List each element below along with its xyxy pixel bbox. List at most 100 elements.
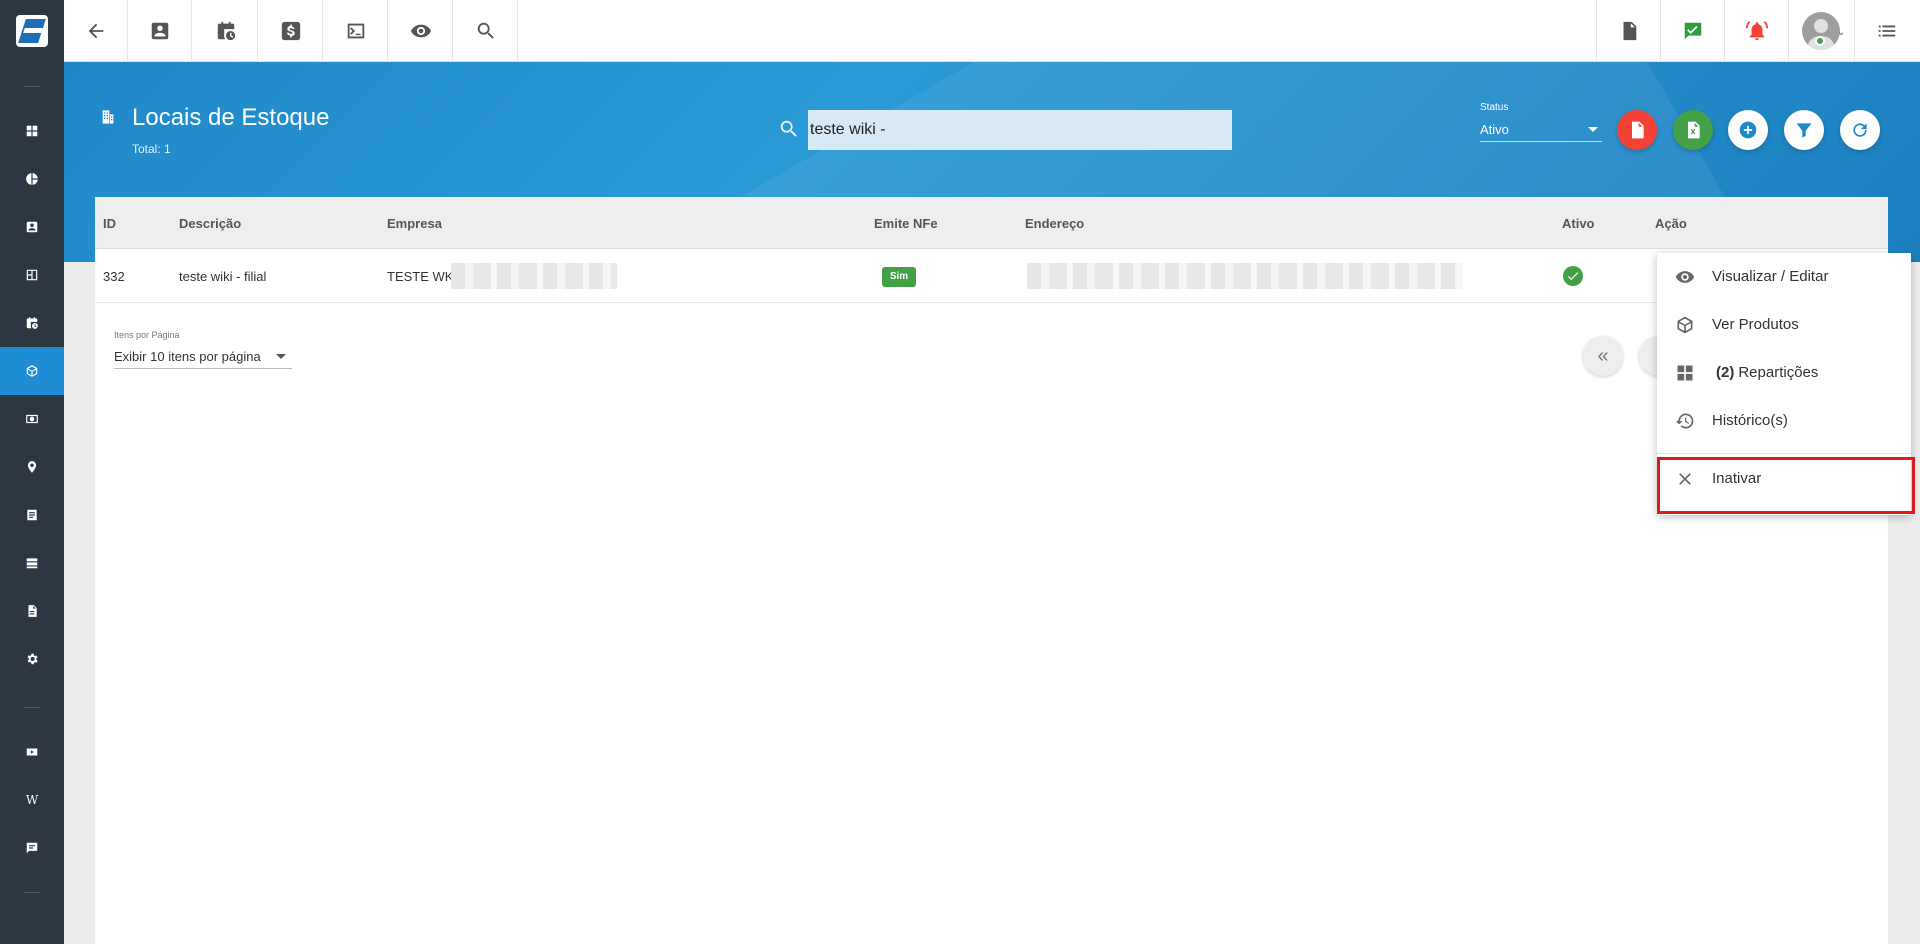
arrow-left-icon (88, 23, 103, 39)
status-label: Status (1480, 102, 1509, 113)
grid-icon (1675, 363, 1695, 383)
chat-icon (26, 842, 38, 854)
search-icon (778, 118, 800, 140)
total-count: Total: 1 (132, 142, 171, 156)
app-logo[interactable] (0, 0, 64, 62)
sidebar-item-sales[interactable] (0, 251, 64, 299)
menu-item-ver-produtos[interactable]: Ver Produtos (1657, 301, 1911, 349)
column-header-emite-nfe[interactable]: Emite NFe (874, 216, 938, 231)
export-excel-button[interactable] (1673, 110, 1713, 150)
reparticoes-label: Repartições (1738, 364, 1819, 381)
messages-button[interactable] (1660, 0, 1724, 62)
bell-alert-icon (1745, 21, 1768, 41)
sidebar-item-schedule[interactable] (0, 299, 64, 347)
excel-icon (1688, 121, 1700, 139)
cell-id: 332 (103, 269, 125, 284)
file-icon (28, 605, 37, 617)
menu-divider (1657, 453, 1911, 454)
column-header-id[interactable]: ID (103, 216, 116, 231)
items-per-page-value: Exibir 10 itens por página (114, 349, 261, 364)
page-title: Locais de Estoque (132, 104, 330, 131)
sidebar-item-locations[interactable] (0, 443, 64, 491)
column-header-acao: Ação (1655, 216, 1687, 231)
menu-item-label: Ver Produtos (1712, 316, 1799, 333)
dashboard-icon (26, 125, 38, 137)
sidebar-item-servers[interactable] (0, 539, 64, 587)
items-per-page-select[interactable]: Exibir 10 itens por página (114, 345, 292, 369)
search-input[interactable] (808, 110, 1232, 150)
terminal-icon (347, 23, 364, 39)
menu-item-historico[interactable]: Histórico(s) (1657, 397, 1911, 445)
sidebar-item-chat[interactable] (0, 824, 64, 872)
search-icon (477, 22, 494, 39)
sidebar-item-dashboard[interactable] (0, 107, 64, 155)
storefront-icon (26, 269, 38, 281)
filter-button[interactable] (1784, 110, 1824, 150)
active-check-icon (1563, 266, 1583, 286)
status-value: Ativo (1480, 122, 1509, 137)
emite-nfe-badge: Sim (882, 267, 916, 287)
search-button[interactable] (454, 0, 518, 62)
money-icon (26, 414, 38, 424)
sidebar-divider (24, 86, 40, 87)
column-header-descricao[interactable]: Descrição (179, 216, 241, 231)
sidebar-item-finance[interactable] (0, 395, 64, 443)
redacted-address (1027, 263, 1463, 289)
chevron-down-icon: ⌄ (1837, 27, 1846, 38)
view-button[interactable] (389, 0, 453, 62)
menu-item-visualizar-editar[interactable]: Visualizar / Editar (1657, 253, 1911, 301)
menu-item-reparticoes[interactable]: (2) Repartições (1657, 349, 1911, 397)
pdf-icon (1623, 21, 1636, 41)
sidebar-item-settings[interactable] (0, 635, 64, 683)
terminal-button[interactable] (324, 0, 388, 62)
dropdown-arrow-icon (276, 354, 286, 359)
highlight-box (1657, 457, 1915, 514)
server-icon (26, 558, 38, 569)
redacted-company-name (451, 263, 617, 289)
sidebar-item-reports[interactable] (0, 155, 64, 203)
finance-button[interactable] (259, 0, 323, 62)
column-header-empresa[interactable]: Empresa (387, 216, 442, 231)
pie-chart-icon (26, 173, 38, 185)
plus-circle-icon (1739, 121, 1757, 139)
list-menu-icon (1878, 25, 1895, 37)
logo-icon (16, 15, 48, 47)
column-header-endereco[interactable]: Endereço (1025, 216, 1084, 231)
column-header-ativo[interactable]: Ativo (1562, 216, 1595, 231)
sidebar-item-documents[interactable] (0, 491, 64, 539)
menu-button[interactable] (1854, 0, 1918, 62)
gear-icon (27, 653, 38, 665)
contacts-button[interactable] (128, 0, 192, 62)
sidebar: W (0, 0, 64, 944)
sidebar-item-videos[interactable] (0, 728, 64, 776)
filter-icon (1796, 123, 1812, 138)
user-menu-button[interactable]: ⌄ (1788, 0, 1852, 62)
dropdown-arrow-icon (1588, 127, 1598, 132)
pdf-button[interactable] (1596, 0, 1660, 62)
cube-icon (26, 365, 38, 377)
sidebar-item-files[interactable] (0, 587, 64, 635)
sidebar-item-stock-locations[interactable] (0, 347, 64, 395)
table-row[interactable]: 332 teste wiki - filial TESTE WK Sim (95, 249, 1888, 303)
status-select[interactable]: Ativo (1480, 118, 1602, 142)
export-pdf-button[interactable] (1617, 110, 1657, 150)
pdf-icon (1632, 121, 1644, 139)
sidebar-divider (24, 892, 40, 893)
sidebar-item-contacts[interactable] (0, 203, 64, 251)
cell-empresa: TESTE WK (387, 269, 454, 284)
eye-icon (1675, 267, 1695, 287)
refresh-button[interactable] (1840, 110, 1880, 150)
sidebar-item-wiki[interactable]: W (0, 776, 64, 824)
schedule-button[interactable] (194, 0, 258, 62)
refresh-icon (1853, 123, 1867, 137)
cube-icon (1675, 315, 1695, 335)
sidebar-divider (24, 707, 40, 708)
add-button[interactable] (1728, 110, 1768, 150)
notifications-button[interactable] (1724, 0, 1788, 62)
content-card: ID Descrição Empresa Emite NFe Endereço … (95, 197, 1888, 944)
menu-item-label: Visualizar / Editar (1712, 268, 1829, 285)
building-icon (100, 108, 116, 126)
first-page-button[interactable]: « (1583, 336, 1623, 376)
back-button[interactable] (64, 0, 128, 62)
history-icon (1675, 411, 1695, 431)
